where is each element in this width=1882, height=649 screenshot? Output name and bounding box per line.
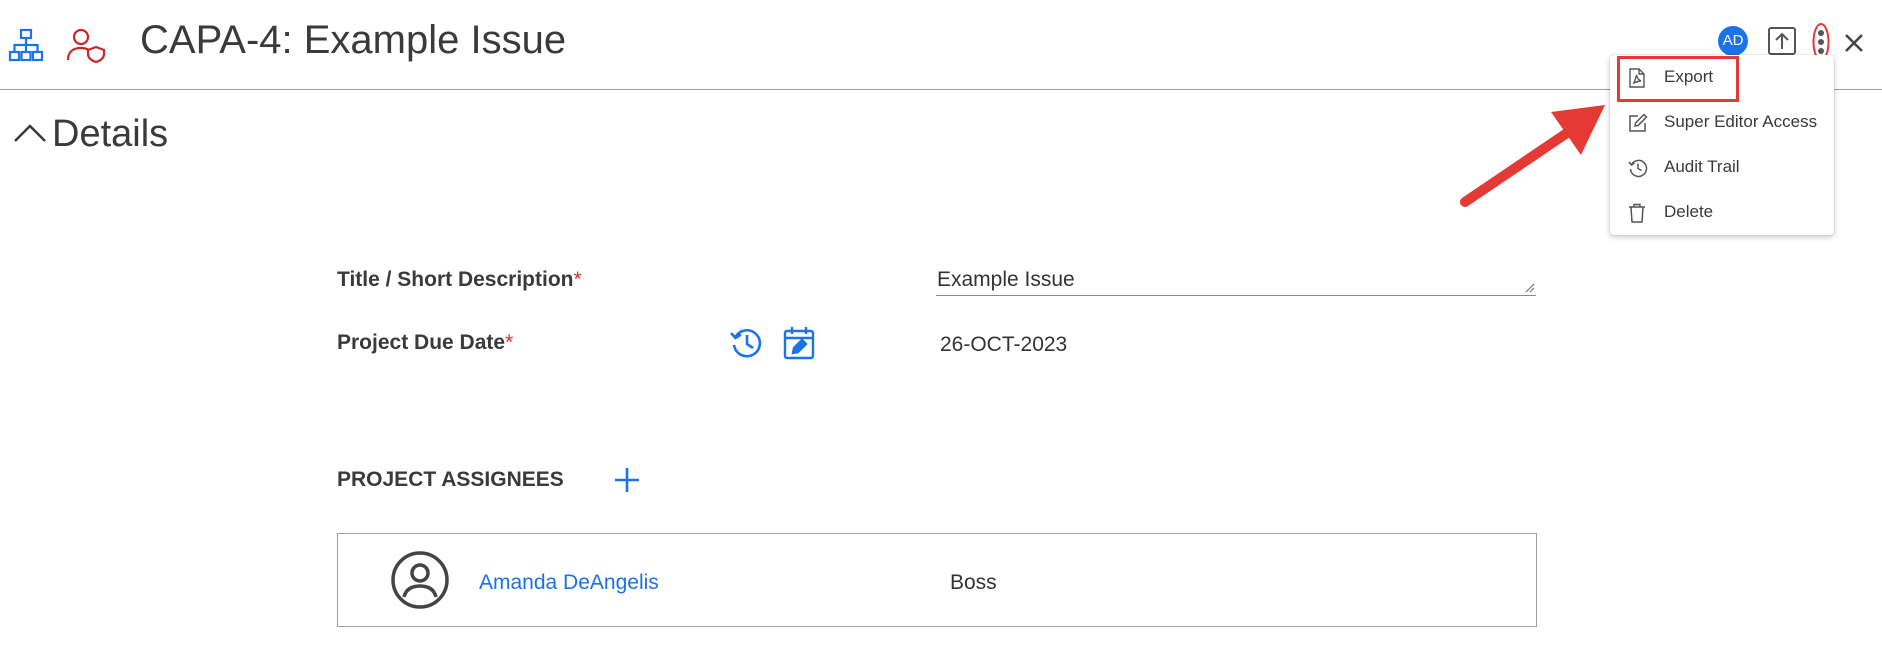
history-icon[interactable] <box>729 325 765 361</box>
add-assignee-icon[interactable] <box>614 467 640 493</box>
assignee-list: Amanda DeAngelis Boss <box>337 533 1537 627</box>
user-avatar-icon <box>390 550 450 610</box>
menu-item-delete[interactable]: Delete <box>1610 193 1834 233</box>
required-marker: * <box>505 331 514 354</box>
user-shield-icon[interactable] <box>66 27 106 63</box>
chevron-up-icon[interactable] <box>12 120 48 144</box>
title-input-underline <box>936 295 1536 296</box>
history-icon <box>1628 158 1648 178</box>
avatar-initials: AD <box>1722 32 1744 49</box>
title-input[interactable]: Example Issue <box>937 268 1075 292</box>
calendar-edit-icon[interactable] <box>783 326 815 360</box>
edit-icon <box>1628 113 1648 133</box>
menu-item-audit-trail[interactable]: Audit Trail <box>1610 148 1834 188</box>
trash-icon <box>1628 203 1648 223</box>
required-marker: * <box>573 268 582 291</box>
hierarchy-icon[interactable] <box>8 28 44 62</box>
resize-handle-icon[interactable] <box>1525 283 1535 293</box>
annotation-arrow <box>1455 95 1625 210</box>
close-icon[interactable] <box>1843 32 1865 54</box>
due-date-value[interactable]: 26-OCT-2023 <box>940 333 1067 357</box>
title-field-label: Title / Short Description* <box>337 268 582 291</box>
section-title[interactable]: Details <box>52 113 168 156</box>
avatar[interactable]: AD <box>1718 26 1748 56</box>
assignees-heading: PROJECT ASSIGNEES <box>337 468 564 491</box>
due-date-label: Project Due Date* <box>337 331 514 354</box>
upload-icon[interactable] <box>1767 26 1797 56</box>
menu-item-super-editor-access[interactable]: Super Editor Access <box>1610 103 1834 143</box>
assignee-role: Boss <box>950 571 997 594</box>
page-title: CAPA-4: Example Issue <box>140 18 567 62</box>
assignee-name-link[interactable]: Amanda DeAngelis <box>479 571 659 595</box>
export-highlight-box <box>1617 56 1739 102</box>
header-divider <box>0 89 1882 90</box>
